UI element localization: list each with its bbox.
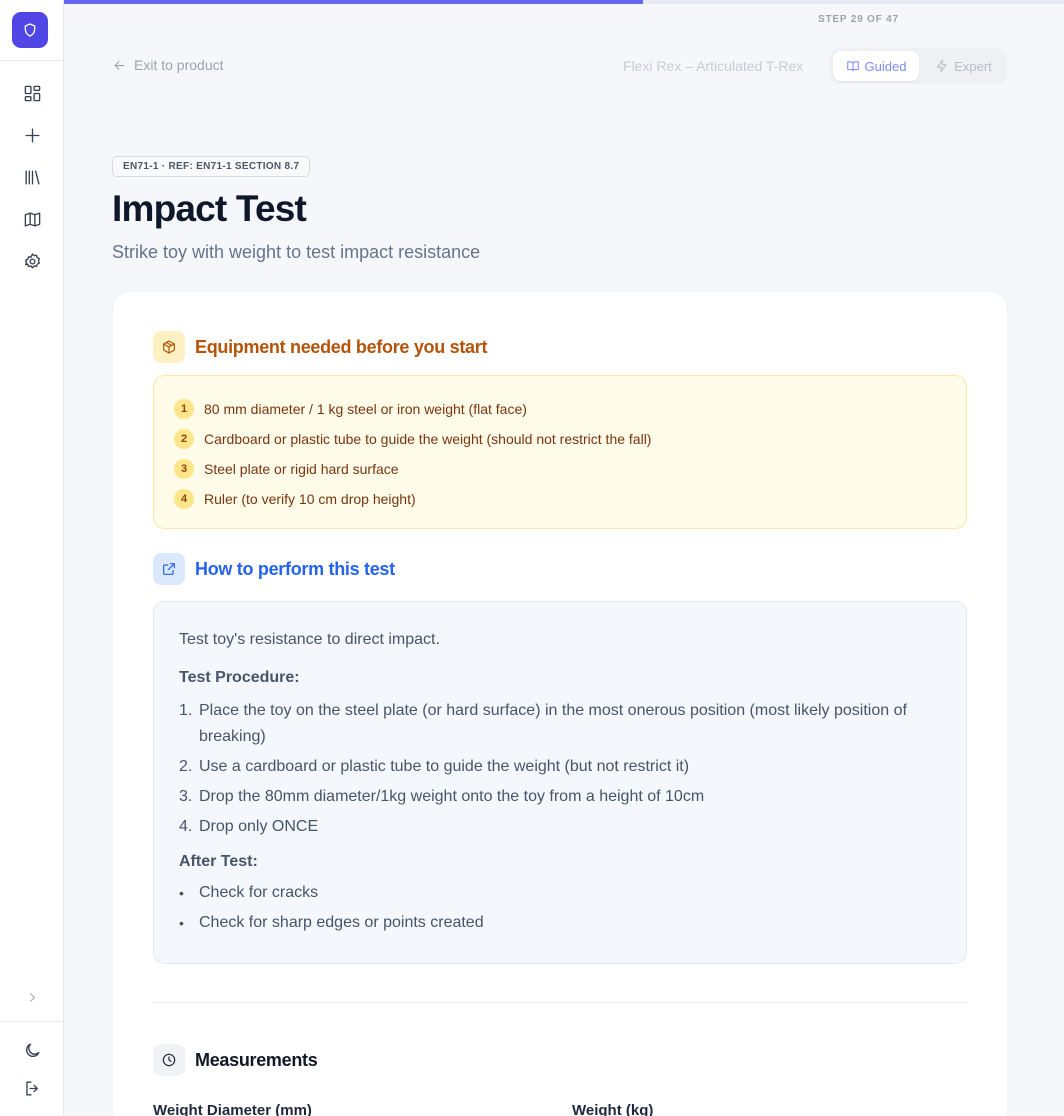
- measurements-icon-badge: [153, 1044, 185, 1076]
- bolt-icon: [937, 59, 947, 73]
- equipment-section-header: Equipment needed before you start: [153, 331, 487, 363]
- logout-icon: [25, 1080, 38, 1096]
- arrow-left-icon: [114, 60, 125, 70]
- moon-icon: [25, 1042, 40, 1057]
- chevron-right-icon: [29, 992, 35, 1002]
- step-number: 2.: [179, 758, 193, 775]
- guided-mode-label: Guided: [864, 58, 907, 74]
- plus-icon: [24, 127, 40, 143]
- list-item: 2 Cardboard or plastic tube to guide the…: [174, 424, 946, 454]
- equipment-title: Equipment needed before you start: [195, 336, 488, 357]
- equipment-text: Cardboard or plastic tube to guide the w…: [204, 431, 652, 447]
- exit-link-label: Exit to product: [134, 57, 224, 73]
- guided-mode-button[interactable]: Guided: [833, 51, 919, 81]
- app-logo[interactable]: [12, 12, 48, 48]
- external-link-icon: [163, 563, 175, 575]
- sidebar-divider: [0, 1021, 63, 1022]
- how-to-panel: Test toy's resistance to direct impact. …: [153, 601, 967, 964]
- progress-bar-fill: [0, 0, 643, 4]
- procedure-step: 2. Use a cardboard or plastic tube to gui…: [179, 754, 942, 780]
- expert-mode-button[interactable]: Expert: [926, 51, 1001, 81]
- step-number: 3.: [179, 788, 193, 805]
- mode-toggle: Guided Expert: [830, 48, 1007, 84]
- progress-bar: [0, 0, 1064, 4]
- page-subtitle: Strike toy with weight to test impact re…: [112, 242, 481, 262]
- after-test-text: Check for cracks: [199, 884, 319, 901]
- expert-mode-label: Expert: [954, 58, 992, 74]
- step-text: Place the toy on the steel plate (or har…: [199, 702, 907, 745]
- how-to-section-header: How to perform this test: [153, 553, 395, 585]
- library-icon: [24, 169, 40, 185]
- logout-button[interactable]: [20, 1076, 44, 1100]
- sidebar-divider: [0, 60, 63, 61]
- sidebar-item-library[interactable]: [20, 165, 44, 189]
- step-number: 4.: [179, 818, 193, 835]
- after-test-text: Check for sharp edges or points created: [199, 914, 484, 931]
- measurements-title: Measurements: [195, 1049, 318, 1070]
- equipment-icon-badge: [153, 331, 185, 363]
- weight-label: Weight (kg): [572, 1102, 654, 1116]
- procedure-heading: Test Procedure:: [179, 669, 300, 686]
- clock-icon: [162, 1053, 176, 1067]
- sidebar-item-dashboard[interactable]: [20, 81, 44, 105]
- step-number: 1.: [179, 702, 193, 719]
- book-icon: [846, 61, 859, 72]
- step-counter: STEP 29 OF 47: [818, 14, 899, 25]
- procedure-step: 3. Drop the 80mm diameter/1kg weight onto…: [179, 784, 942, 810]
- product-name: Flexi Rex – Articulated T-Rex: [623, 58, 804, 74]
- bullet: •: [179, 885, 184, 901]
- after-test-heading: After Test:: [179, 853, 258, 870]
- standard-reference-badge: EN71-1 · REF: EN71-1 SECTION 8.7: [112, 156, 311, 177]
- how-to-icon-badge: [153, 553, 185, 585]
- gear-icon: [24, 252, 40, 268]
- weight-diameter-label: Weight Diameter (mm): [153, 1102, 312, 1116]
- step-text: Drop the 80mm diameter/1kg weight onto t…: [199, 788, 705, 805]
- shield-icon: [24, 23, 36, 37]
- bullet: •: [179, 915, 184, 931]
- list-item: 1 80 mm diameter / 1 kg steel or iron we…: [174, 394, 946, 424]
- equipment-text: Ruler (to verify 10 cm drop height): [204, 491, 416, 507]
- sidebar-item-settings[interactable]: [20, 249, 44, 273]
- exit-to-product-link[interactable]: Exit to product: [112, 57, 224, 73]
- equipment-number: 3: [174, 459, 194, 479]
- page-title: Impact Test: [112, 188, 307, 229]
- sidebar-expand-button[interactable]: [20, 985, 44, 1009]
- step-text: Use a cardboard or plastic tube to guide…: [199, 758, 690, 775]
- procedure-step: 1. Place the toy on the steel plate (or h…: [179, 698, 942, 750]
- measurements-section-header: Measurements: [153, 1044, 318, 1076]
- equipment-number: 4: [174, 489, 194, 509]
- sidebar-item-map[interactable]: [20, 207, 44, 231]
- equipment-text: Steel plate or rigid hard surface: [204, 461, 399, 477]
- box-icon: [163, 340, 175, 354]
- how-to-title: How to perform this test: [195, 558, 395, 579]
- equipment-number: 1: [174, 399, 194, 419]
- equipment-text: 80 mm diameter / 1 kg steel or iron weig…: [204, 401, 527, 417]
- procedure-step: 4. Drop only ONCE: [179, 814, 942, 840]
- sidebar: [0, 0, 64, 1116]
- theme-toggle-button[interactable]: [20, 1038, 44, 1062]
- dashboard-icon: [24, 85, 40, 101]
- how-to-intro: Test toy's resistance to direct impact.: [179, 631, 440, 648]
- list-item: 4 Ruler (to verify 10 cm drop height): [174, 484, 946, 514]
- after-test-item: • Check for cracks: [179, 880, 942, 906]
- after-test-item: • Check for sharp edges or points created: [179, 910, 942, 936]
- section-divider: [153, 1002, 967, 1003]
- equipment-number: 2: [174, 429, 194, 449]
- step-text: Drop only ONCE: [199, 818, 319, 835]
- sidebar-item-new[interactable]: [20, 123, 44, 147]
- list-item: 3 Steel plate or rigid hard surface: [174, 454, 946, 484]
- test-card: Equipment needed before you start 1 80 m…: [113, 292, 1007, 1116]
- equipment-list: 1 80 mm diameter / 1 kg steel or iron we…: [153, 375, 967, 529]
- map-icon: [24, 211, 40, 227]
